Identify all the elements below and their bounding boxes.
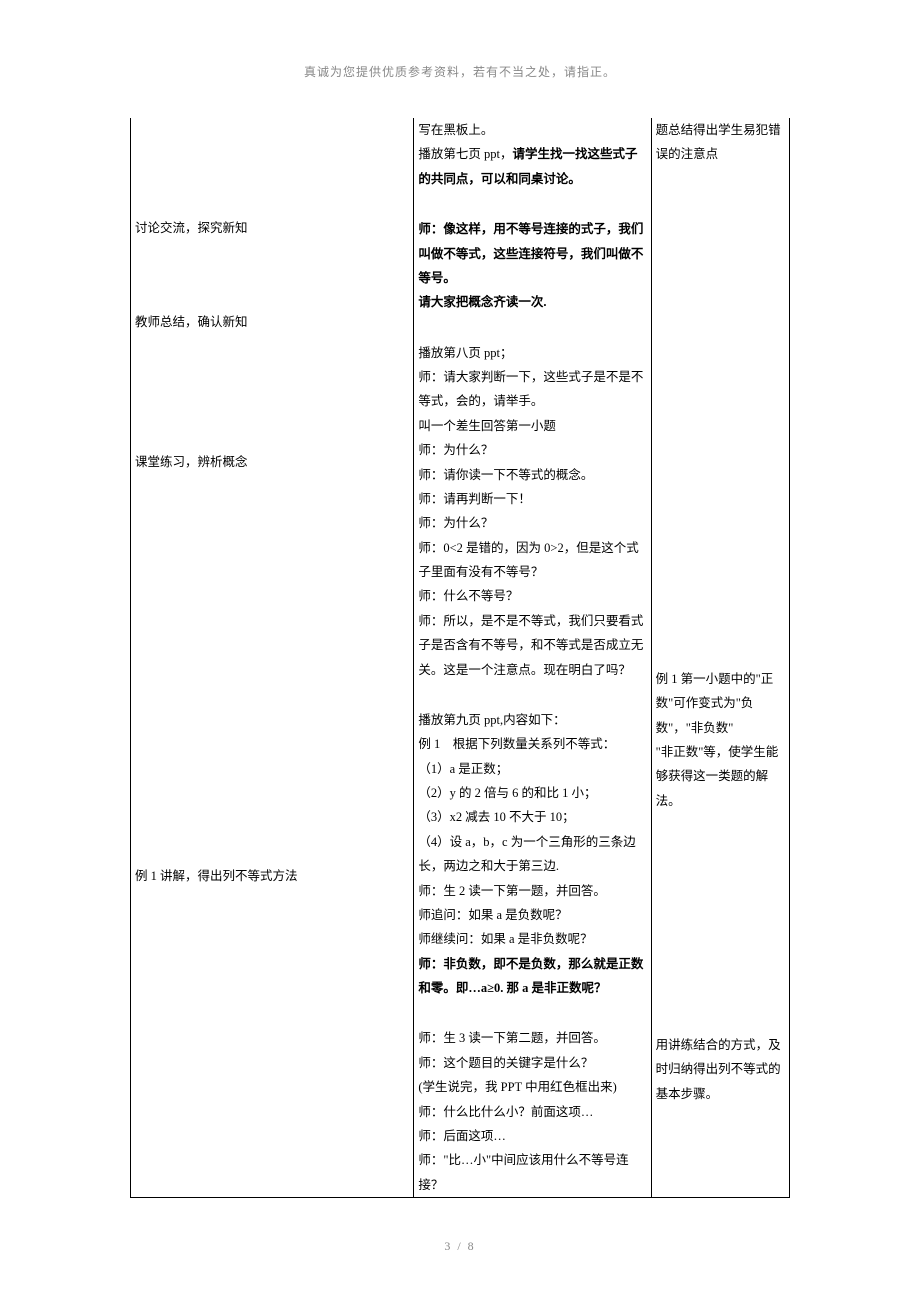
script-p4: 请大家把概念齐读一次.	[418, 290, 646, 314]
activity-discuss: 讨论交流，探究新知	[135, 216, 409, 240]
script-p20: （4）设 a，b，c 为一个三角形的三条边长，两边之和大于第三边.	[418, 830, 646, 879]
script-p19: （3）x2 减去 10 不大于 10；	[418, 805, 646, 829]
note-r3: "非正数"等，使学生能够获得这一类题的解法。	[656, 740, 785, 813]
script-p18: （2）y 的 2 倍与 6 的和比 1 小；	[418, 781, 646, 805]
script-p27: (学生说完，我 PPT 中用红色框出来)	[418, 1075, 646, 1099]
script-p26: 师：这个题目的关键字是什么？	[418, 1051, 646, 1075]
activity-practice: 课堂练习，辨析概念	[135, 450, 409, 474]
script-p10: 师：请再判断一下！	[418, 487, 646, 511]
col-notes: 题总结得出学生易犯错误的注意点 例 1 第一小题中的"正数"可作变式为"负数"，…	[651, 118, 789, 1197]
script-p3: 师：像这样，用不等号连接的式子，我们叫做不等式，这些连接符号，我们叫做不等号。	[418, 217, 646, 290]
page-footer: 3 / 8	[0, 1239, 920, 1254]
main-content: 讨论交流，探究新知 教师总结，确认新知 课堂练习，辨析概念 例 1 讲解，得出列…	[130, 118, 790, 1198]
script-p25: 师：生 3 读一下第二题，并回答。	[418, 1026, 646, 1050]
script-p7: 叫一个差生回答第一小题	[418, 414, 646, 438]
col-script: 写在黑板上。 播放第七页 ppt，请学生找一找这些式子的共同点，可以和同桌讨论。…	[414, 118, 651, 1197]
script-p30: 师："比…小"中间应该用什么不等号连接？	[418, 1148, 646, 1197]
script-p15: 播放第九页 ppt,内容如下：	[418, 708, 646, 732]
script-p17: （1）a 是正数；	[418, 757, 646, 781]
script-p5: 播放第八页 ppt；	[418, 341, 646, 365]
script-p16: 例 1 根据下列数量关系列不等式：	[418, 732, 646, 756]
script-p24: 师：非负数，即不是负数，那么就是正数和零。即…a≥0. 那 a 是非正数呢？	[418, 952, 646, 1001]
activity-example: 例 1 讲解，得出列不等式方法	[135, 864, 409, 888]
script-p12: 师：0<2 是错的，因为 0>2，但是这个式子里面有没有不等号？	[418, 536, 646, 585]
note-r4: 用讲练结合的方式，及时归纳得出列不等式的基本步骤。	[656, 1033, 785, 1106]
script-p14: 师：所以，是不是不等式，我们只要看式子是否含有不等号，和不等式是否成立无关。这是…	[418, 609, 646, 682]
script-p2: 播放第七页 ppt，请学生找一找这些式子的共同点，可以和同桌讨论。	[418, 142, 646, 191]
note-r1: 题总结得出学生易犯错误的注意点	[656, 118, 785, 167]
script-p23: 师继续问：如果 a 是非负数呢？	[418, 927, 646, 951]
col-activity: 讨论交流，探究新知 教师总结，确认新知 课堂练习，辨析概念 例 1 讲解，得出列…	[131, 118, 414, 1197]
header-text: 真诚为您提供优质参考资料，若有不当之处，请指正。	[304, 65, 616, 79]
lesson-table: 讨论交流，探究新知 教师总结，确认新知 课堂练习，辨析概念 例 1 讲解，得出列…	[130, 118, 790, 1198]
page-header: 真诚为您提供优质参考资料，若有不当之处，请指正。	[0, 63, 920, 80]
script-p8: 师：为什么？	[418, 438, 646, 462]
script-p11: 师：为什么？	[418, 511, 646, 535]
script-p13: 师：什么不等号？	[418, 584, 646, 608]
script-p21: 师：生 2 读一下第一题，并回答。	[418, 879, 646, 903]
note-r2: 例 1 第一小题中的"正数"可作变式为"负数"，"非负数"	[656, 667, 785, 740]
page-number: 3 / 8	[444, 1239, 475, 1253]
script-p6: 师：请大家判断一下，这些式子是不是不等式，会的，请举手。	[418, 365, 646, 414]
script-p22: 师追问：如果 a 是负数呢？	[418, 903, 646, 927]
script-p29: 师：后面这项…	[418, 1124, 646, 1148]
script-p1: 写在黑板上。	[418, 118, 646, 142]
activity-summary: 教师总结，确认新知	[135, 310, 409, 334]
script-p28: 师：什么比什么小？前面这项…	[418, 1100, 646, 1124]
script-p9: 师：请你读一下不等式的概念。	[418, 463, 646, 487]
